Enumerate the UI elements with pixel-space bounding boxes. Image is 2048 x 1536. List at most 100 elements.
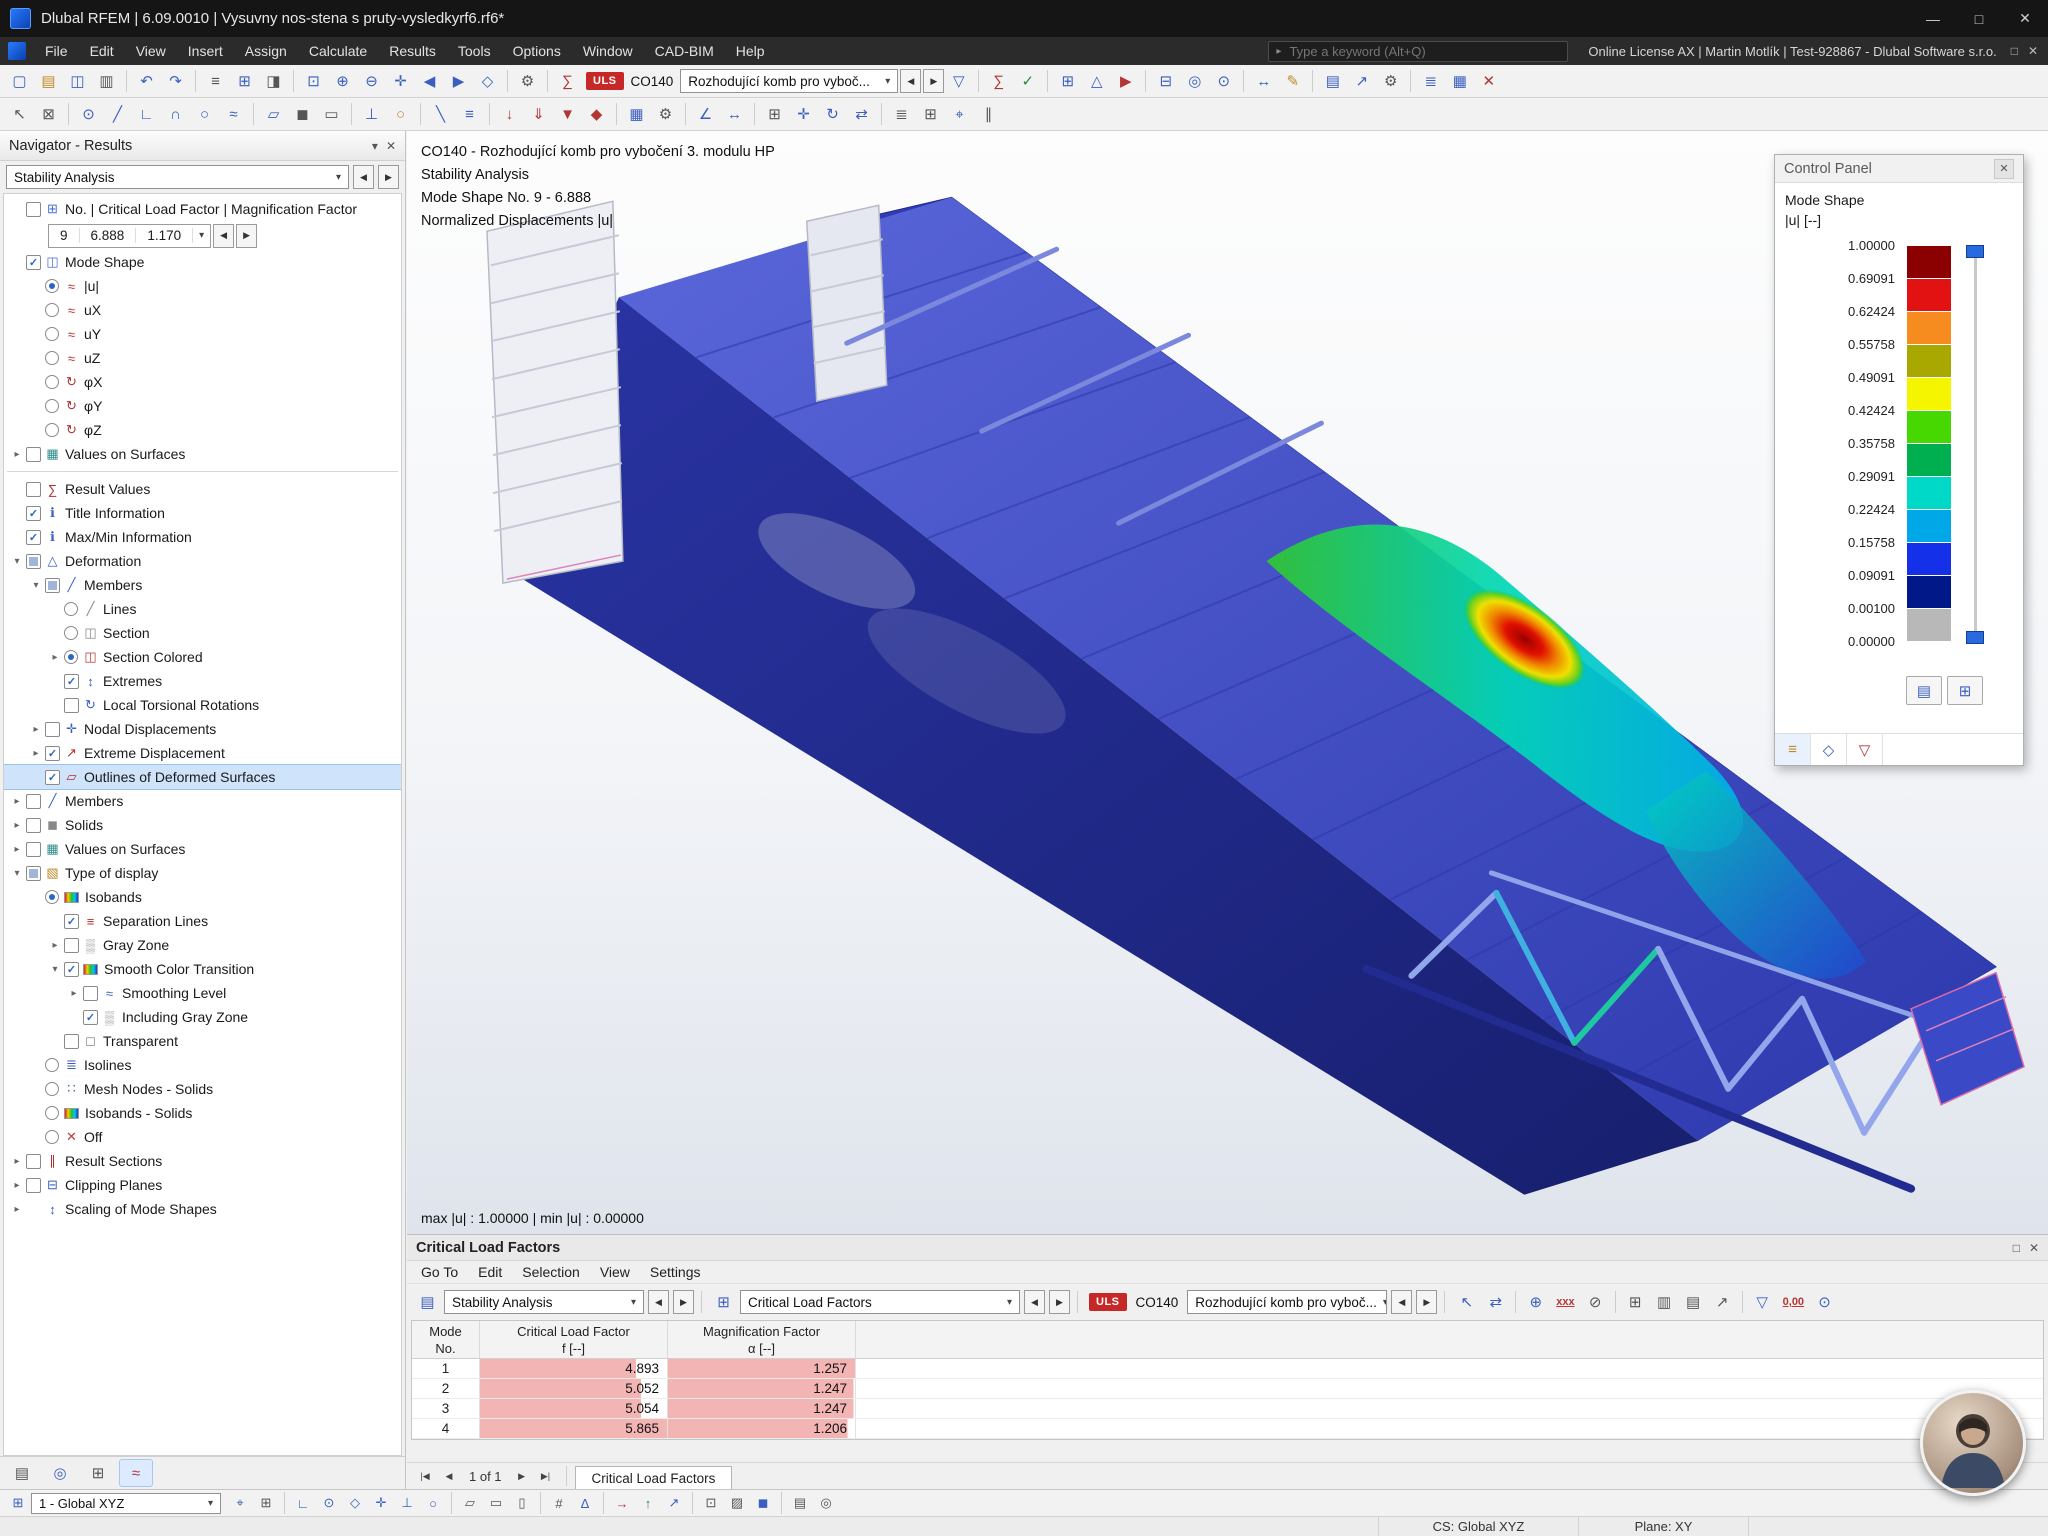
- clipping-box-icon[interactable]: ⊟: [1152, 68, 1179, 94]
- navigator-tab-data-icon[interactable]: ▤: [5, 1459, 39, 1487]
- mesh-settings-icon[interactable]: ⚙: [652, 101, 679, 127]
- tables-toggle-icon[interactable]: ⊞: [231, 68, 258, 94]
- float-panel-icon[interactable]: □: [2013, 1241, 2020, 1255]
- tree-item-local-torsional-rotations[interactable]: ↻ Local Torsional Rotations: [4, 693, 401, 717]
- zoom-in-icon[interactable]: ⊕: [329, 68, 356, 94]
- checkbox[interactable]: ✓: [45, 745, 60, 761]
- previous-view-icon[interactable]: ◀: [416, 68, 443, 94]
- tree-item-mode-shape[interactable]: ✓ ◫ Mode Shape: [4, 250, 401, 274]
- tree-item-transparent[interactable]: ◻ Transparent: [4, 1029, 401, 1053]
- checkbox[interactable]: ✓: [26, 505, 41, 521]
- checkbox[interactable]: [64, 697, 79, 713]
- display-properties-icon[interactable]: ⚙: [514, 68, 541, 94]
- expand-arrow-icon[interactable]: ▾: [48, 964, 62, 975]
- tree-item-result-sections[interactable]: ▸ ∥ Result Sections: [4, 1149, 401, 1173]
- coordinate-system-select[interactable]: 1 - Global XYZ ▾: [31, 1492, 221, 1514]
- save-model-icon[interactable]: ◫: [64, 68, 91, 94]
- mdi-restore-icon[interactable]: □: [2011, 44, 2018, 58]
- print-graphic-icon[interactable]: ▥: [93, 68, 120, 94]
- table-filter-icon[interactable]: ▽: [1749, 1289, 1776, 1315]
- insert-polyline-icon[interactable]: ∟: [133, 101, 160, 127]
- object-snap-icon[interactable]: ⌖: [946, 101, 973, 127]
- coordinate-system-icon[interactable]: ⊞: [6, 1492, 30, 1514]
- previous-table-button[interactable]: ◀: [1024, 1290, 1045, 1314]
- tree-item-u[interactable]: ≈ |u|: [4, 274, 401, 298]
- dimensions-icon[interactable]: ↔: [721, 101, 748, 127]
- workplane-xz-icon[interactable]: ▭: [484, 1492, 508, 1514]
- analysis-select[interactable]: Stability Analysis ▾: [6, 165, 349, 189]
- radio-button[interactable]: [45, 1106, 59, 1120]
- checkbox[interactable]: [64, 1033, 79, 1049]
- rotate-objects-icon[interactable]: ↻: [819, 101, 846, 127]
- insert-surface-icon[interactable]: ▱: [260, 101, 287, 127]
- visibility-modes-icon[interactable]: ◎: [1181, 68, 1208, 94]
- expand-arrow-icon[interactable]: ▸: [10, 1156, 24, 1167]
- tree-item-type-of-display[interactable]: ▾ ▧ Type of display: [4, 861, 401, 885]
- tree-item-values-on-surfaces[interactable]: ▸ ▦ Values on Surfaces: [4, 837, 401, 861]
- checkbox[interactable]: ✓: [64, 673, 79, 689]
- tree-item-section[interactable]: ◫ Section: [4, 621, 401, 645]
- checkbox[interactable]: ✓: [26, 529, 41, 545]
- coordinate-input-icon[interactable]: #: [547, 1492, 571, 1514]
- analysis-select[interactable]: Stability Analysis ▾: [444, 1290, 644, 1314]
- move-objects-icon[interactable]: ✛: [790, 101, 817, 127]
- checkbox[interactable]: [83, 985, 98, 1001]
- annotation-icon[interactable]: ✎: [1279, 68, 1306, 94]
- table-select[interactable]: Critical Load Factors ▾: [740, 1290, 1020, 1314]
- tree-item-members[interactable]: ▾ ╱ Members: [4, 573, 401, 597]
- column-header-mode[interactable]: Mode No.: [412, 1321, 480, 1358]
- radio-button[interactable]: [45, 351, 59, 365]
- radio-button[interactable]: [45, 1130, 59, 1144]
- mirror-objects-icon[interactable]: ⇄: [848, 101, 875, 127]
- previous-page-button[interactable]: ◀: [437, 1466, 461, 1487]
- tree-item-values-on-surfaces[interactable]: ▸ ▦ Values on Surfaces: [4, 442, 401, 466]
- table-export-icon[interactable]: ↗: [1709, 1289, 1736, 1315]
- checkbox[interactable]: [45, 721, 60, 737]
- panel-tab-filter-icon[interactable]: ▽: [1847, 734, 1883, 765]
- menu-item-edit[interactable]: Edit: [468, 1264, 512, 1280]
- mdi-close-icon[interactable]: ✕: [2028, 44, 2038, 58]
- view-z-icon[interactable]: ↗: [662, 1492, 686, 1514]
- table-columns-icon[interactable]: ▥: [1651, 1289, 1678, 1315]
- zoom-window-icon[interactable]: ⊡: [300, 68, 327, 94]
- render-mode-icon[interactable]: ◼: [751, 1492, 775, 1514]
- radio-button[interactable]: [45, 1058, 59, 1072]
- edit-color-scale-icon[interactable]: ▤: [1906, 676, 1942, 705]
- tree-item-nodal-displacements[interactable]: ▸ ✛ Nodal Displacements: [4, 717, 401, 741]
- radio-button[interactable]: [64, 650, 78, 664]
- checkbox[interactable]: [26, 817, 41, 833]
- tree-item-lines[interactable]: ╱ Lines: [4, 597, 401, 621]
- member-load-icon[interactable]: ⇓: [525, 101, 552, 127]
- expand-arrow-icon[interactable]: ▸: [10, 796, 24, 807]
- menu-item-window[interactable]: Window: [572, 37, 644, 65]
- workplane-yz-icon[interactable]: ▯: [510, 1492, 534, 1514]
- next-table-button[interactable]: ▶: [1049, 1290, 1070, 1314]
- last-page-button[interactable]: ▶|: [534, 1466, 558, 1487]
- tree-item-section-colored[interactable]: ▸ ◫ Section Colored: [4, 645, 401, 669]
- decimal-places-icon[interactable]: 0,00: [1778, 1289, 1809, 1315]
- scale-slider-handle-top[interactable]: [1966, 245, 1984, 258]
- expand-arrow-icon[interactable]: ▸: [10, 1180, 24, 1191]
- panel-toggle-icon[interactable]: ◨: [260, 68, 287, 94]
- tree-item-including-gray-zone[interactable]: ✓ ▒ Including Gray Zone: [4, 1005, 401, 1029]
- tree-item-mesh-nodes-solids[interactable]: ∷ Mesh Nodes - Solids: [4, 1077, 401, 1101]
- dimensioning-icon[interactable]: ↔: [1250, 68, 1277, 94]
- navigator-tab-results-icon[interactable]: ≈: [119, 1459, 153, 1487]
- tree-item-isobands-solids[interactable]: Isobands - Solids: [4, 1101, 401, 1125]
- background-color-icon[interactable]: ▨: [725, 1492, 749, 1514]
- insert-arc-icon[interactable]: ∩: [162, 101, 189, 127]
- first-page-button[interactable]: |◀: [413, 1466, 437, 1487]
- guidelines-icon[interactable]: ∥: [975, 101, 1002, 127]
- zoom-to-row-icon[interactable]: ⊕: [1522, 1289, 1549, 1315]
- tree-item-separation-lines[interactable]: ✓ ≡ Separation Lines: [4, 909, 401, 933]
- checkbox[interactable]: [26, 865, 41, 881]
- checkbox[interactable]: [45, 577, 60, 593]
- tree-item-extreme-displacement[interactable]: ▸ ✓ ↗ Extreme Displacement: [4, 741, 401, 765]
- tree-item-z[interactable]: ↻ φZ: [4, 418, 401, 442]
- expand-arrow-icon[interactable]: ▸: [29, 748, 43, 759]
- radio-button[interactable]: [45, 1082, 59, 1096]
- expand-arrow-icon[interactable]: ▾: [10, 868, 24, 879]
- analysis-type-icon[interactable]: ▤: [414, 1289, 441, 1315]
- load-combination-select[interactable]: Rozhodující komb pro vyboč... ▾: [1187, 1290, 1388, 1314]
- previous-combination-button[interactable]: ◀: [900, 69, 922, 93]
